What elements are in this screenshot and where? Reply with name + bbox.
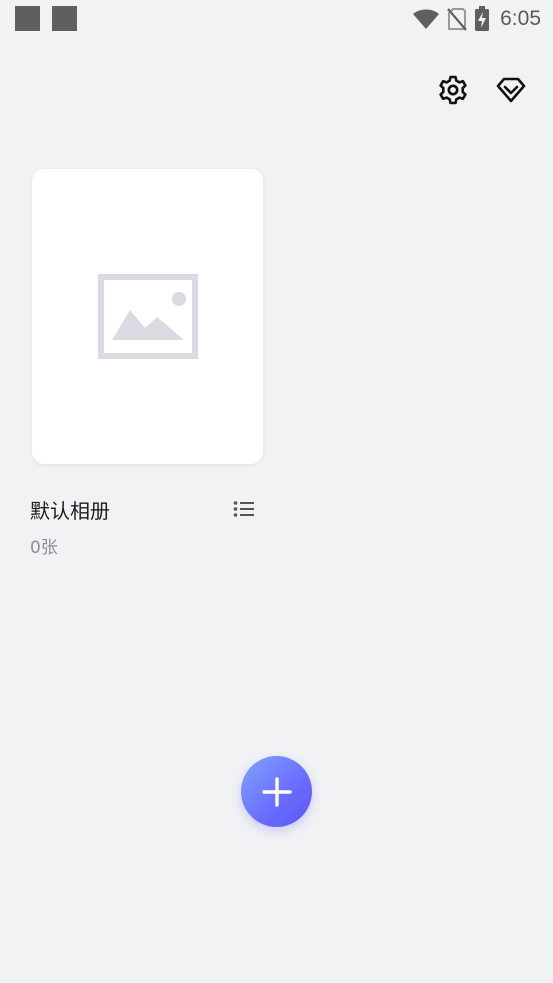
album-name: 默认相册 [30,499,110,523]
add-album-button[interactable] [241,756,312,827]
wifi-icon [413,9,440,29]
status-time: 6:05 [500,7,541,30]
gear-icon [439,75,467,105]
list-icon [233,501,254,517]
no-sim-icon [447,8,467,31]
plus-icon [261,776,292,807]
top-actions [435,72,529,108]
image-placeholder-icon [97,274,198,359]
notification-icon [52,6,77,31]
album-card-default[interactable] [32,169,263,464]
settings-button[interactable] [435,72,471,108]
battery-charging-icon [475,6,490,31]
vip-button[interactable] [493,72,529,108]
notification-icon [15,6,40,31]
diamond-icon [496,77,526,103]
album-menu-button[interactable] [230,495,258,523]
status-bar: 6:05 [0,0,553,38]
album-photo-count: 0张 [30,538,58,558]
status-icons: 6:05 [412,4,541,34]
